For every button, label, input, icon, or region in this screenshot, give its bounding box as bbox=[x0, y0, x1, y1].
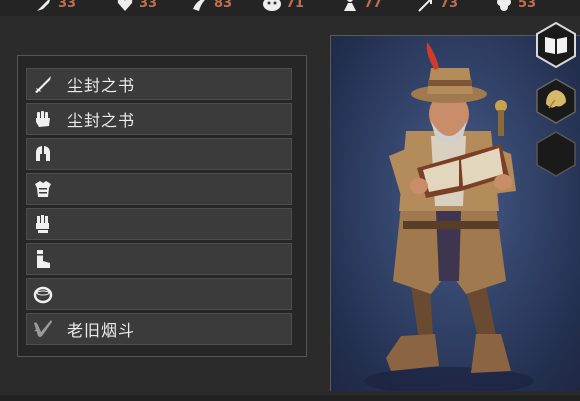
equipment-slot-hands[interactable] bbox=[26, 208, 292, 240]
bottom-divider bbox=[0, 395, 580, 401]
equipment-slot-feet[interactable] bbox=[26, 243, 292, 275]
stat-value: 77 bbox=[364, 0, 383, 11]
game-screen: 33 33 83 71 77 73 53 尘封之书 尘封之书 老旧烟斗 bbox=[0, 0, 580, 401]
sword-icon bbox=[27, 69, 59, 99]
stat-sword: 33 bbox=[34, 0, 76, 14]
slot-label: 尘封之书 bbox=[67, 111, 136, 130]
stat-value: 53 bbox=[518, 0, 537, 11]
stat-beast: 71 bbox=[262, 0, 304, 14]
tab-book[interactable] bbox=[535, 21, 577, 69]
equipment-panel: 尘封之书 尘封之书 老旧烟斗 bbox=[17, 55, 307, 357]
fist-icon bbox=[27, 104, 59, 134]
tab-leaf[interactable] bbox=[535, 78, 577, 124]
stat-heart: 33 bbox=[115, 0, 157, 14]
slot-label: 尘封之书 bbox=[67, 76, 136, 95]
stat-value: 73 bbox=[440, 0, 459, 11]
equipment-slot-ring[interactable] bbox=[26, 278, 292, 310]
glove-icon bbox=[27, 209, 59, 239]
stats-bar: 33 33 83 71 77 73 53 bbox=[0, 0, 580, 16]
claw-stat-icon bbox=[190, 0, 210, 14]
helmet-icon bbox=[27, 139, 59, 169]
sword-stat-icon bbox=[34, 0, 54, 14]
stat-clover: 53 bbox=[494, 0, 536, 14]
equipment-slot-offhand[interactable]: 尘封之书 bbox=[26, 103, 292, 135]
stat-value: 71 bbox=[286, 0, 305, 11]
chest-armor-icon bbox=[27, 174, 59, 204]
arrow-stat-icon bbox=[416, 0, 436, 14]
stat-arrow: 73 bbox=[416, 0, 458, 14]
equipment-slot-weapon[interactable]: 尘封之书 bbox=[26, 68, 292, 100]
equipment-slot-trinket[interactable]: 老旧烟斗 bbox=[26, 313, 292, 345]
beast-stat-icon bbox=[262, 0, 282, 14]
stat-claw: 83 bbox=[190, 0, 232, 14]
heart-stat-icon bbox=[115, 0, 135, 14]
tab-empty[interactable] bbox=[535, 131, 577, 177]
equipment-slot-chest[interactable] bbox=[26, 173, 292, 205]
pipe-icon bbox=[27, 314, 59, 344]
ring-icon bbox=[27, 279, 59, 309]
clover-stat-icon bbox=[494, 0, 514, 14]
stat-value: 83 bbox=[214, 0, 233, 11]
stat-figure: 77 bbox=[340, 0, 382, 14]
slot-label: 老旧烟斗 bbox=[67, 321, 136, 340]
stat-value: 33 bbox=[58, 0, 77, 11]
figure-stat-icon bbox=[340, 0, 360, 14]
stat-value: 33 bbox=[139, 0, 158, 11]
equipment-slot-head[interactable] bbox=[26, 138, 292, 170]
boot-icon bbox=[27, 244, 59, 274]
